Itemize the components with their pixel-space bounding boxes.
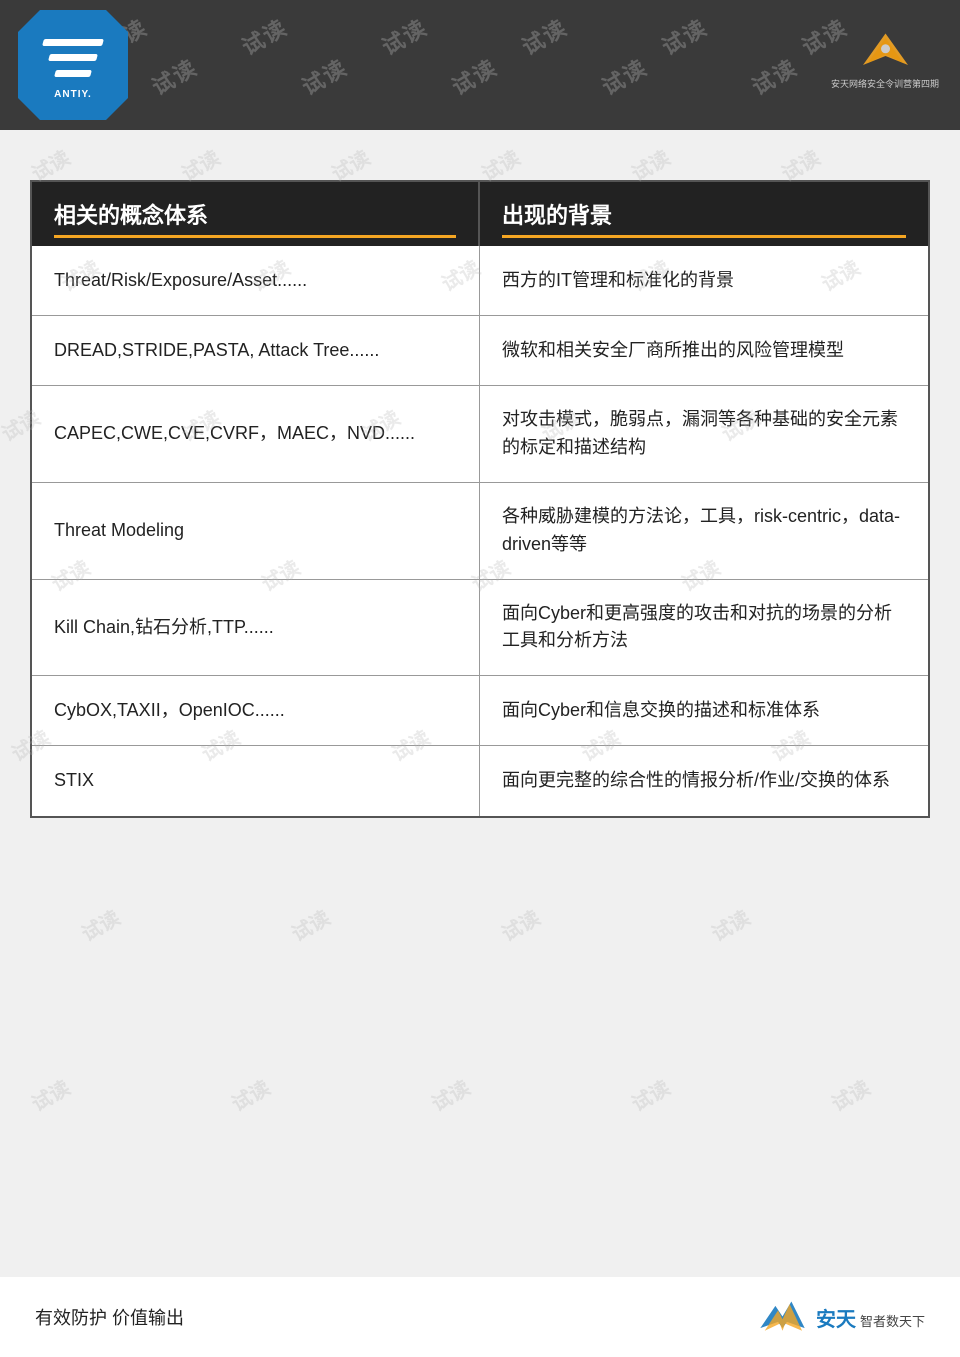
- table-row: 面向Cyber和信息交换的描述和标准体系: [480, 676, 928, 746]
- table-row: Kill Chain,钻石分析,TTP......: [32, 580, 480, 677]
- header-right-logo: 安天网络安全令训营第四期: [830, 15, 940, 105]
- cell-text: DREAD,STRIDE,PASTA, Attack Tree......: [54, 337, 379, 365]
- watermark: 试读: [595, 50, 653, 102]
- page-watermark: 试读: [625, 1072, 674, 1117]
- table-row: 面向更完整的综合性的情报分析/作业/交换的体系: [480, 746, 928, 816]
- table-body: Threat/Risk/Exposure/Asset...... 西方的IT管理…: [32, 246, 928, 816]
- header-underline-right: [502, 235, 906, 238]
- logo-line-3: [54, 70, 92, 77]
- table-header: 相关的概念体系 出现的背景: [32, 182, 928, 246]
- page-watermark: 试读: [75, 902, 124, 947]
- cell-text: Threat/Risk/Exposure/Asset......: [54, 267, 307, 295]
- header-watermarks: 试读 试读 试读 试读 试读 试读 试读 试读 试读 试读 试读: [0, 0, 960, 130]
- watermark: 试读: [145, 50, 203, 102]
- logo-line-1: [42, 39, 104, 46]
- concept-table: 相关的概念体系 出现的背景 Threat/Risk/Exposure/Asset…: [30, 180, 930, 818]
- footer-brand-slogan: 智者数天下: [860, 1311, 925, 1330]
- header-right-logo-text: 安天网络安全令训营第四期: [831, 78, 939, 91]
- logo-line-2: [48, 54, 98, 61]
- logo-graphic: [43, 30, 103, 85]
- cell-text: 面向更完整的综合性的情报分析/作业/交换的体系: [502, 767, 890, 795]
- logo: ANTIY.: [18, 10, 128, 120]
- page-watermark: 试读: [425, 1072, 474, 1117]
- table-row: Threat Modeling: [32, 483, 480, 580]
- page-watermark: 试读: [225, 1072, 274, 1117]
- footer: 有效防护 价值输出 安天 智者数天下: [0, 1277, 960, 1357]
- header: 试读 试读 试读 试读 试读 试读 试读 试读 试读 试读 试读 ANTIY. …: [0, 0, 960, 130]
- table-row: CybOX,TAXII，OpenIOC......: [32, 676, 480, 746]
- footer-logo-brand: 安天 智者数天下: [816, 1303, 925, 1332]
- header-underline-left: [54, 235, 456, 238]
- watermark: 试读: [515, 10, 573, 62]
- cell-text: Kill Chain,钻石分析,TTP......: [54, 614, 274, 642]
- watermark: 试读: [445, 50, 503, 102]
- cell-text: 各种威胁建模的方法论，工具，risk-centric，data-driven等等: [502, 503, 906, 559]
- footer-logo: 安天 智者数天下: [755, 1297, 925, 1337]
- table-row: CAPEC,CWE,CVE,CVRF，MAEC，NVD......: [32, 386, 480, 483]
- cell-text: STIX: [54, 767, 94, 795]
- cell-text: 西方的IT管理和标准化的背景: [502, 267, 734, 295]
- page-watermark: 试读: [285, 902, 334, 947]
- watermark: 试读: [235, 10, 293, 62]
- footer-brand-name: 安天: [816, 1303, 856, 1332]
- cell-text: 微软和相关安全厂商所推出的风险管理模型: [502, 337, 844, 365]
- page-watermark: 试读: [25, 1072, 74, 1117]
- table-row: 微软和相关安全厂商所推出的风险管理模型: [480, 316, 928, 386]
- watermark: 试读: [375, 10, 433, 62]
- table-row: DREAD,STRIDE,PASTA, Attack Tree......: [32, 316, 480, 386]
- eagle-icon: [858, 29, 913, 74]
- cell-text: 面向Cyber和更高强度的攻击和对抗的场景的分析工具和分析方法: [502, 600, 906, 656]
- col2-header-text: 出现的背景: [502, 203, 612, 228]
- page-watermark: 试读: [705, 902, 754, 947]
- watermark: 试读: [745, 50, 803, 102]
- cell-text: 面向Cyber和信息交换的描述和标准体系: [502, 697, 820, 725]
- cell-text: CAPEC,CWE,CVE,CVRF，MAEC，NVD......: [54, 420, 415, 448]
- table-row: 西方的IT管理和标准化的背景: [480, 246, 928, 316]
- cell-text: CybOX,TAXII，OpenIOC......: [54, 697, 285, 725]
- col1-header: 相关的概念体系: [32, 182, 480, 246]
- watermark: 试读: [655, 10, 713, 62]
- page-watermark: 试读: [825, 1072, 874, 1117]
- page-watermark: 试读: [495, 902, 544, 947]
- cell-text: Threat Modeling: [54, 517, 184, 545]
- table-row: STIX: [32, 746, 480, 816]
- main-content: 相关的概念体系 出现的背景 Threat/Risk/Exposure/Asset…: [30, 180, 930, 818]
- footer-bird-icon: [755, 1297, 810, 1337]
- table-row: 面向Cyber和更高强度的攻击和对抗的场景的分析工具和分析方法: [480, 580, 928, 677]
- footer-tagline: 有效防护 价值输出: [35, 1304, 184, 1330]
- table-row: 各种威胁建模的方法论，工具，risk-centric，data-driven等等: [480, 483, 928, 580]
- cell-text: 对攻击模式，脆弱点，漏洞等各种基础的安全元素的标定和描述结构: [502, 406, 906, 462]
- col1-header-text: 相关的概念体系: [54, 203, 208, 228]
- col2-header: 出现的背景: [480, 182, 928, 246]
- watermark: 试读: [295, 50, 353, 102]
- table-row: Threat/Risk/Exposure/Asset......: [32, 246, 480, 316]
- table-row: 对攻击模式，脆弱点，漏洞等各种基础的安全元素的标定和描述结构: [480, 386, 928, 483]
- logo-text: ANTIY.: [54, 89, 92, 100]
